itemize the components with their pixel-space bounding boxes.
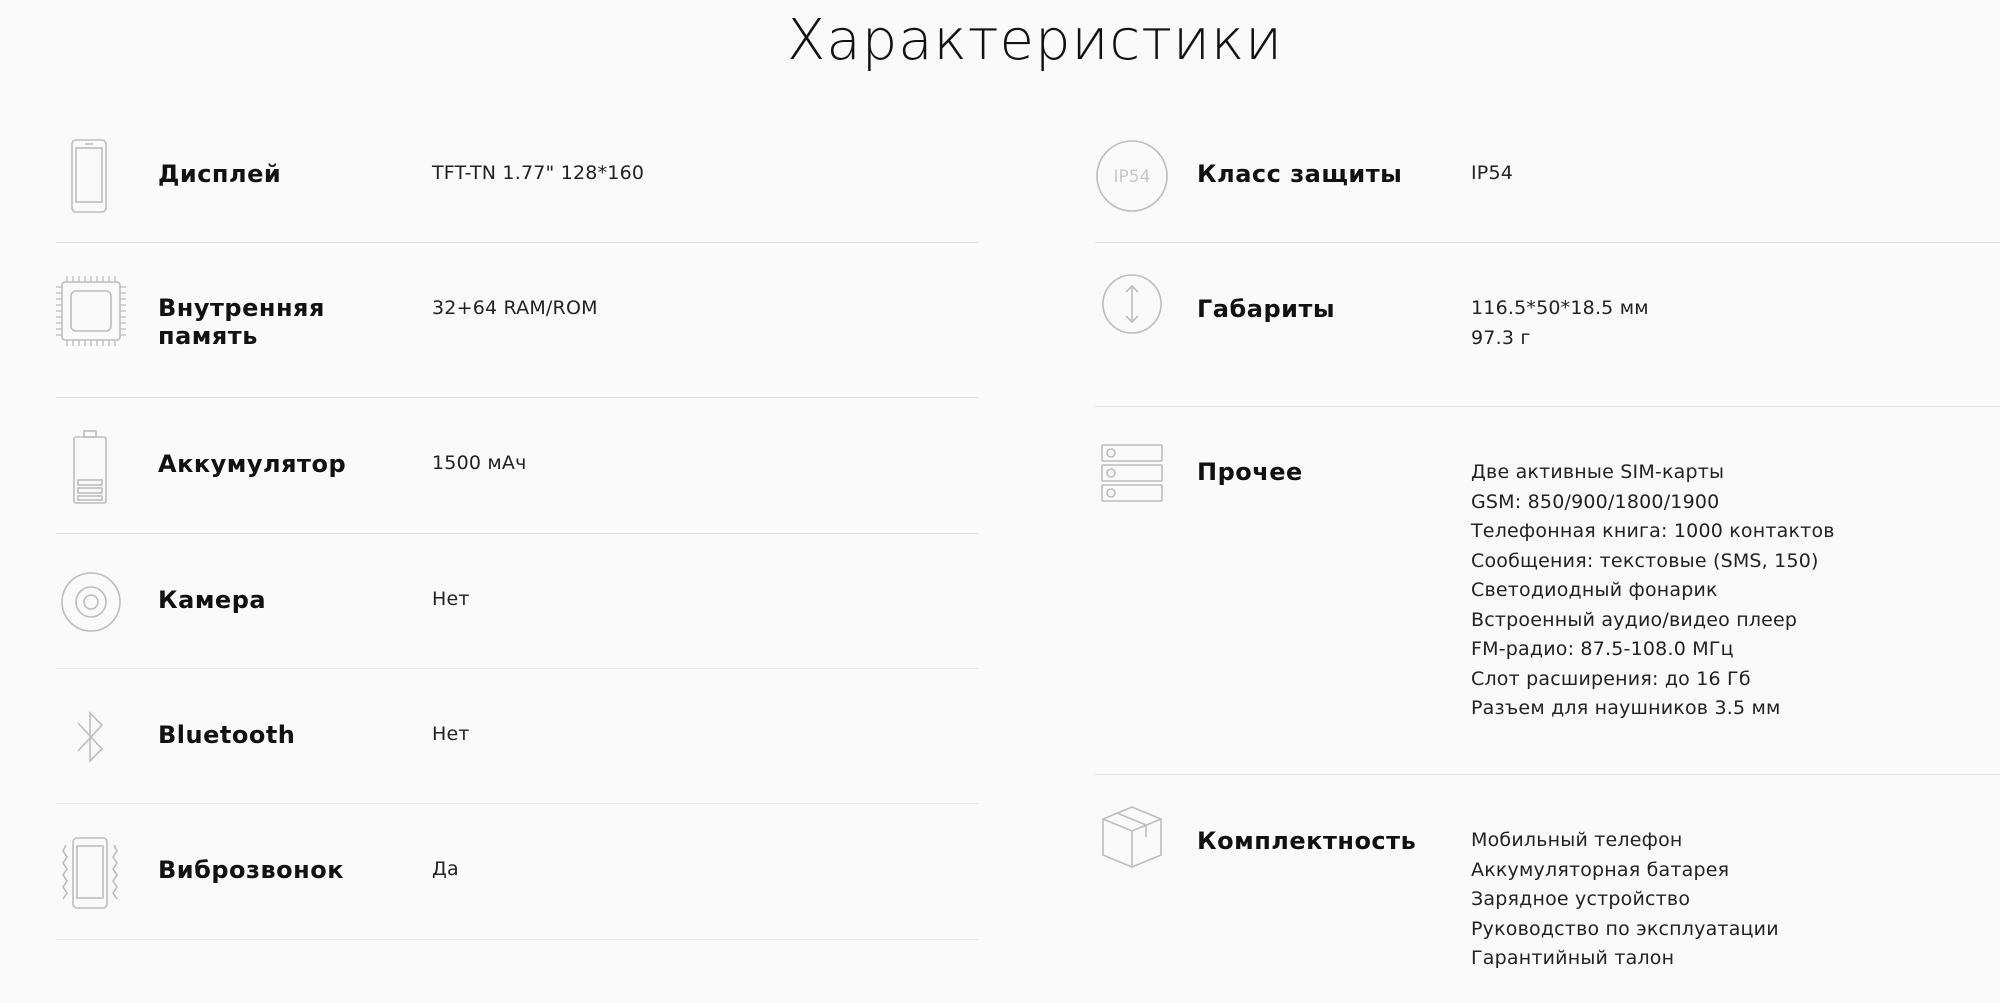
- spec-value: Разъем для наушников 3.5 мм: [1471, 697, 1781, 719]
- spec-value: Зарядное устройство: [1471, 888, 1691, 910]
- page-title: Характеристики: [787, 8, 1283, 73]
- phone-display-icon: [71, 139, 107, 213]
- spec-value: 116.5*50*18.5 мм: [1471, 297, 1649, 319]
- spec-value: Светодиодный фонарик: [1471, 579, 1718, 601]
- spec-row-dimensions: Габариты 116.5*50*18.5 мм 97.3 г: [1095, 242, 2000, 407]
- spec-value: IP54: [1471, 162, 1514, 184]
- dimensions-icon: [1101, 273, 1163, 335]
- spec-value: Слот расширения: до 16 Гб: [1471, 667, 1751, 690]
- chip-icon: [56, 276, 126, 346]
- spec-values: 1500 мАч: [432, 449, 527, 479]
- spec-value: Нет: [432, 588, 470, 610]
- spec-row-package: Комплектность Мобильный телефон Аккумуля…: [1095, 774, 2000, 1003]
- spec-value: Аккумуляторная батарея: [1471, 858, 1730, 881]
- bluetooth-icon: [76, 709, 106, 765]
- spec-label: Внутренняя память: [158, 294, 325, 350]
- spec-values: Нет: [432, 720, 470, 750]
- spec-values: Нет: [432, 585, 470, 615]
- spec-value: Да: [432, 858, 459, 880]
- spec-values: Да: [432, 855, 459, 885]
- spec-values: 32+64 RAM/ROM: [432, 294, 598, 324]
- spec-row-protection: IP54 Класс защиты IP54: [1095, 124, 2000, 243]
- spec-value: Две активные SIM-карты: [1471, 461, 1725, 483]
- spec-label: Комплектность: [1197, 827, 1417, 855]
- spec-label: Bluetooth: [158, 721, 296, 749]
- spec-values: Мобильный телефон Аккумуляторная батарея…: [1471, 826, 1779, 974]
- ip54-icon-text: IP54: [1114, 167, 1151, 187]
- spec-value: 32+64 RAM/ROM: [432, 297, 598, 319]
- spec-label: Виброзвонок: [158, 856, 345, 884]
- spec-label: Габариты: [1197, 295, 1336, 323]
- spec-row-display: Дисплей TFT-TN 1.77" 128*160: [56, 124, 978, 243]
- spec-value: FM-радио: 87.5-108.0 МГц: [1471, 638, 1734, 660]
- spec-value: Руководство по эксплуатации: [1471, 917, 1779, 940]
- spec-value: Встроенный аудио/видео плеер: [1471, 608, 1798, 631]
- server-list-icon: [1101, 443, 1163, 505]
- spec-value: 97.3 г: [1471, 326, 1531, 349]
- spec-values: Две активные SIM-карты GSM: 850/900/1800…: [1471, 458, 1835, 724]
- spec-value: Нет: [432, 723, 470, 745]
- spec-label: Класс защиты: [1197, 160, 1403, 188]
- spec-label: Прочее: [1197, 458, 1303, 486]
- spec-label: Дисплей: [158, 160, 282, 188]
- vibration-icon: [62, 837, 118, 909]
- spec-value: Мобильный телефон: [1471, 829, 1683, 851]
- spec-value: TFT-TN 1.77" 128*160: [432, 162, 645, 184]
- spec-label: Камера: [158, 586, 267, 614]
- spec-row-other: Прочее Две активные SIM-карты GSM: 850/9…: [1095, 406, 2000, 775]
- camera-lens-icon: [60, 571, 122, 633]
- spec-label: Аккумулятор: [158, 450, 347, 478]
- spec-row-camera: Камера Нет: [56, 533, 978, 669]
- battery-icon: [73, 430, 107, 504]
- spec-value: 1500 мАч: [432, 452, 527, 474]
- spec-value: GSM: 850/900/1800/1900: [1471, 490, 1720, 513]
- spec-values: TFT-TN 1.77" 128*160: [432, 159, 644, 189]
- spec-value: Сообщения: текстовые (SMS, 150): [1471, 549, 1819, 572]
- spec-value: Гарантийный талон: [1471, 947, 1675, 969]
- spec-value: Телефонная книга: 1000 контактов: [1471, 520, 1835, 542]
- spec-values: 116.5*50*18.5 мм 97.3 г: [1471, 294, 1649, 353]
- box-icon: [1101, 805, 1163, 869]
- spec-values: IP54: [1471, 159, 1513, 189]
- spec-row-vibration: Виброзвонок Да: [56, 803, 978, 940]
- spec-row-bluetooth: Bluetooth Нет: [56, 668, 978, 804]
- spec-row-battery: Аккумулятор 1500 мАч: [56, 397, 978, 534]
- spec-row-memory: Внутренняя память 32+64 RAM/ROM: [56, 242, 978, 398]
- ip54-icon: IP54: [1095, 139, 1169, 213]
